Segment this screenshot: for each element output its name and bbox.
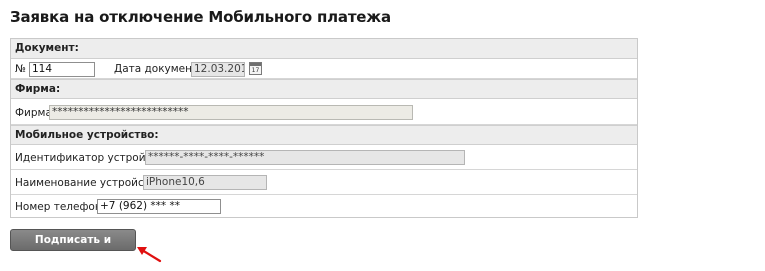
firm-label: Фирма: [15, 107, 52, 119]
mobile-payment-form: Документ: № 114 Дата документа 12.03.20 1…: [10, 38, 638, 218]
section-header-document: Документ:: [11, 39, 637, 59]
firm-row: Фирма **************************: [11, 99, 637, 125]
phone-input[interactable]: +7 (962) *** **: [97, 199, 221, 214]
page-title: Заявка на отключение Мобильного платежа: [10, 8, 391, 26]
calendar-day-text: 17: [251, 67, 260, 74]
device-name-label: Наименование устройства: [15, 177, 163, 189]
document-row: № 114 Дата документа 12.03.2018 17: [11, 59, 637, 79]
calendar-icon[interactable]: 17: [249, 62, 262, 75]
device-id-input[interactable]: ******-****-****-******: [145, 150, 465, 165]
device-id-row: Идентификатор устройства ******-****-***…: [11, 145, 637, 170]
document-number-label: №: [15, 63, 26, 75]
device-name-row: Наименование устройства iPhone10,6: [11, 170, 637, 195]
device-name-input[interactable]: iPhone10,6: [143, 175, 267, 190]
red-arrow-icon: [137, 247, 162, 263]
phone-label: Номер телефона: [15, 201, 109, 213]
section-header-firm: Фирма:: [11, 79, 637, 99]
document-date-input[interactable]: 12.03.2018: [191, 62, 245, 77]
sign-and-send-button[interactable]: Подписать и отправить: [10, 229, 136, 266]
firm-input[interactable]: **************************: [49, 105, 413, 120]
section-header-device: Мобильное устройство:: [11, 125, 637, 145]
document-number-input[interactable]: 114: [29, 62, 95, 77]
phone-row: Номер телефона +7 (962) *** **: [11, 195, 637, 219]
